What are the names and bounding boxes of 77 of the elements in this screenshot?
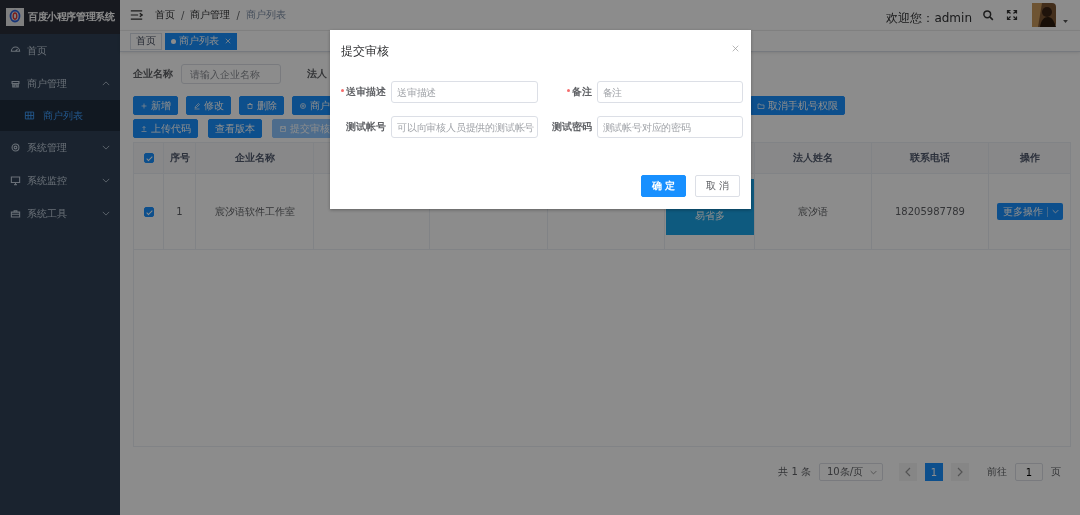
- tab[interactable]: 首页: [130, 32, 162, 50]
- chevron-icon: [102, 145, 110, 150]
- form-label: 测试帐号: [345, 120, 387, 134]
- breadcrumb-item: 商户列表: [245, 8, 286, 22]
- toolbar-button[interactable]: 删除: [239, 96, 284, 115]
- caret-icon[interactable]: [1063, 19, 1068, 23]
- toolbar-button[interactable]: 新增: [133, 96, 178, 115]
- column-header: 操作: [1018, 151, 1041, 165]
- column-header: 序号: [164, 143, 196, 173]
- column-header: 法人姓名: [755, 143, 872, 173]
- close-icon[interactable]: [732, 44, 739, 52]
- submenu-item[interactable]: 商户列表: [0, 100, 120, 131]
- plus-icon: [140, 101, 148, 110]
- toolbar-button[interactable]: 取消手机号权限: [750, 96, 845, 115]
- chevron-right-icon: [957, 467, 963, 477]
- page-button[interactable]: 1: [925, 463, 943, 481]
- field-label: 企业名称: [133, 67, 173, 81]
- toolbar-button[interactable]: 修改: [186, 96, 231, 115]
- field-label: 法人: [307, 67, 327, 81]
- table-cell: 宸汐语软件工作室: [196, 174, 314, 249]
- table-cell: 宸汐语: [755, 174, 872, 249]
- app-title: 百度小程序管理系统: [28, 10, 115, 24]
- shop-icon: [10, 78, 21, 89]
- chevron-left-icon: [905, 467, 911, 477]
- floppy-icon: [279, 124, 287, 133]
- goto-label: 前往: [987, 465, 1007, 479]
- column-header: 联系电话: [872, 143, 989, 173]
- welcome-text: 欢迎您：admin: [886, 10, 972, 27]
- column-header: 企业名称: [196, 143, 314, 173]
- logo-icon: [6, 8, 24, 26]
- confirm-button[interactable]: 确 定: [641, 175, 686, 197]
- input-field[interactable]: 可以向审核人员提供的测试帐号: [391, 116, 538, 138]
- caret-icon: [870, 469, 877, 475]
- menu-item[interactable]: 系统管理: [0, 131, 120, 164]
- breadcrumb-item[interactable]: 首页: [155, 8, 175, 22]
- more-actions-dropdown[interactable]: 更多操作: [996, 203, 1063, 220]
- page-size-select[interactable]: 10条/页: [819, 463, 883, 481]
- folder-icon: [757, 101, 765, 110]
- toolbar-button[interactable]: 上传代码: [133, 119, 198, 138]
- page-unit: 页: [1051, 465, 1061, 479]
- previous-page-button[interactable]: [899, 463, 917, 481]
- input-field[interactable]: 备注: [596, 81, 743, 103]
- checkbox[interactable]: [143, 153, 154, 163]
- menu-item[interactable]: 首页: [0, 34, 120, 67]
- total-count: 共 1 条: [778, 465, 811, 479]
- grid-icon: [24, 110, 35, 121]
- menu-item[interactable]: 系统监控: [0, 164, 120, 197]
- chevron-icon: [102, 81, 110, 86]
- form-label: 备注: [541, 85, 597, 99]
- form-label: 送审描述: [336, 85, 391, 99]
- page-input[interactable]: 1: [1015, 463, 1043, 481]
- toolbar-button[interactable]: 查看版本: [208, 119, 262, 138]
- input-field[interactable]: 送审描述: [391, 81, 538, 103]
- tab[interactable]: 商户列表: [165, 32, 237, 50]
- menu-icon[interactable]: [130, 10, 143, 20]
- breadcrumb-item[interactable]: 商户管理: [190, 8, 231, 22]
- menu-item[interactable]: 商户管理: [0, 67, 120, 100]
- chevron-icon: [102, 178, 110, 183]
- chevron-icon: [102, 211, 110, 216]
- table-cell: 1: [164, 174, 196, 249]
- form-label: 测试密码: [550, 120, 593, 134]
- toolbox-icon: [10, 208, 21, 219]
- upload-icon: [140, 124, 148, 133]
- trash-icon: [246, 101, 254, 110]
- monitor-icon: [10, 175, 21, 186]
- checkbox[interactable]: [143, 206, 154, 217]
- pencil-icon: [193, 101, 201, 110]
- fullscreen-icon[interactable]: [1006, 9, 1018, 21]
- settings-icon: [10, 142, 21, 153]
- table-cell: 18205987789: [872, 174, 989, 249]
- breadcrumb-separator: /: [236, 9, 240, 21]
- breadcrumb-separator: /: [181, 9, 185, 21]
- dialog-title: 提交审核: [341, 42, 389, 60]
- search-icon[interactable]: [982, 9, 994, 21]
- next-page-button[interactable]: [951, 463, 969, 481]
- cancel-button[interactable]: 取 消: [695, 175, 740, 197]
- input-field[interactable]: 测试帐号对应的密码: [596, 116, 743, 138]
